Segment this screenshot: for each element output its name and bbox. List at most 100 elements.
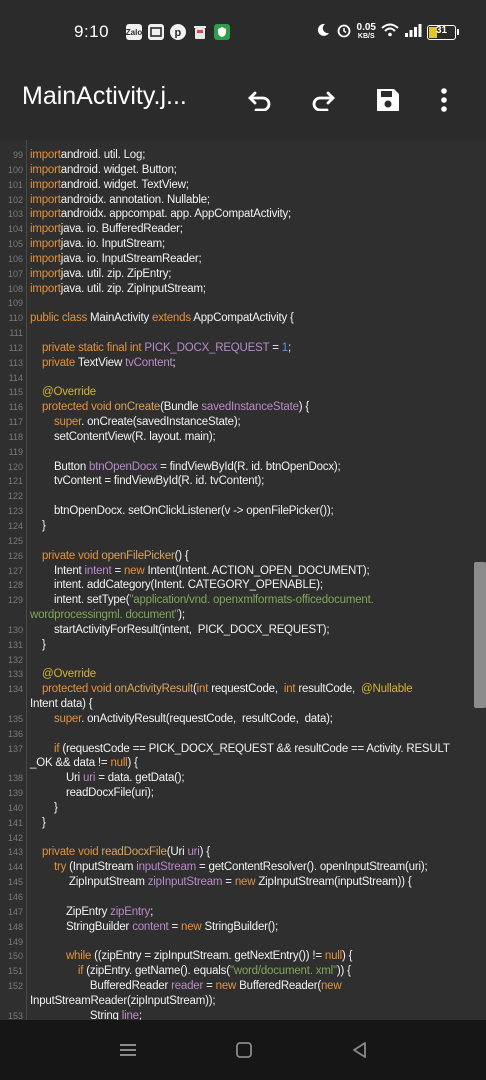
redo-button[interactable] <box>307 84 339 116</box>
code-token: String <box>30 1009 122 1020</box>
recents-icon <box>120 1044 136 1056</box>
code-token: ZipInputStream <box>30 876 148 889</box>
code-line[interactable]: ZipInputStream zipInputStream = new ZipI… <box>30 875 484 890</box>
code-token: openFilePicker <box>101 549 175 562</box>
code-token: new <box>215 980 240 993</box>
code-line[interactable]: intent. setType("application/vnd. openxm… <box>30 593 484 608</box>
code-line[interactable]: private static final int PICK_DOCX_REQUE… <box>30 341 484 356</box>
status-right: 0.05 KB/S 31 <box>315 20 459 44</box>
code-token: Uri <box>30 772 84 785</box>
code-line[interactable]: importandroidx. appcompat. app. AppCompa… <box>30 207 484 222</box>
line-number: 100 <box>7 164 23 175</box>
code-line[interactable]: super. onActivityResult(requestCode, res… <box>30 712 484 727</box>
code-line[interactable]: importandroid. widget. Button; <box>30 163 484 178</box>
code-line[interactable]: _OK && data != null) { <box>30 756 484 771</box>
code-line[interactable]: Uri uri = data. getData(); <box>30 771 484 786</box>
recents-button[interactable] <box>116 1038 140 1062</box>
undo-button[interactable] <box>244 84 276 116</box>
code-line[interactable]: BufferedReader reader = new BufferedRead… <box>30 979 484 994</box>
code-line[interactable]: protected void onCreate(Bundle savedInst… <box>30 400 484 415</box>
code-line[interactable]: Intent intent = new Intent(Intent. ACTIO… <box>30 564 484 579</box>
code-token: (InputStream <box>69 861 137 874</box>
code-line[interactable]: Intent data) { <box>30 697 484 712</box>
code-token: private void <box>41 549 102 562</box>
battery-icon: 31 <box>427 24 459 40</box>
code-line[interactable]: protected void onActivityResult(int requ… <box>30 682 484 697</box>
code-line[interactable]: super. onCreate(savedInstanceState); <box>30 415 484 430</box>
code-token: ; <box>138 1009 142 1020</box>
code-token: android. widget. TextView; <box>60 178 189 191</box>
code-line[interactable]: @Override <box>30 385 484 400</box>
code-line[interactable]: private void readDocxFile(Uri uri) { <box>30 845 484 860</box>
code-line[interactable]: if (zipEntry. getName(). equals("word/do… <box>30 964 484 979</box>
code-line[interactable]: String line; <box>30 1009 484 1020</box>
code-token: ((zipEntry = zipInputStream. getNextEntr… <box>94 950 325 963</box>
code-line[interactable]: public class MainActivity extends AppCom… <box>30 311 484 326</box>
code-line[interactable]: readDocxFile(uri); <box>30 786 484 801</box>
code-token: java. util. zip. ZipEntry; <box>60 267 172 280</box>
code-line[interactable]: try (InputStream inputStream = getConten… <box>30 860 484 875</box>
line-number: 118 <box>8 431 23 442</box>
code-token: ; <box>172 356 176 369</box>
code-line[interactable]: btnOpenDocx. setOnClickListener(v -> ope… <box>30 504 484 519</box>
code-line[interactable]: private TextView tvContent; <box>30 356 484 371</box>
code-line[interactable]: while ((zipEntry = zipInputStream. getNe… <box>30 949 484 964</box>
line-number: 148 <box>7 921 23 932</box>
code-line[interactable]: importjava. io. InputStreamReader; <box>30 252 484 267</box>
code-token: import <box>30 193 61 206</box>
line-number: 145 <box>7 877 23 888</box>
line-number: 125 <box>7 535 23 546</box>
code-line[interactable]: tvContent = findViewById(R. id. tvConten… <box>30 474 484 489</box>
back-button[interactable] <box>348 1038 372 1062</box>
code-line[interactable]: @Override <box>30 667 484 682</box>
code-token: StringBuilder <box>30 920 133 933</box>
line-number: 129 <box>7 595 23 606</box>
code-token: = data. getData(); <box>95 772 185 785</box>
home-button[interactable] <box>232 1038 256 1062</box>
home-icon <box>236 1042 252 1058</box>
code-token: (requestCode == PICK_DOCX_REQUEST && res… <box>62 742 450 755</box>
code-line[interactable]: intent. addCategory(Intent. CATEGORY_OPE… <box>30 578 484 593</box>
code-token: = findViewById(R. id. btnOpenDocx); <box>157 460 341 473</box>
code-line[interactable]: importjava. util. zip. ZipInputStream; <box>30 282 484 297</box>
back-icon <box>353 1042 366 1058</box>
more-vert-icon <box>441 88 447 112</box>
line-number: 152 <box>7 981 23 992</box>
code-line[interactable]: } <box>30 638 484 653</box>
code-line[interactable]: } <box>30 801 484 816</box>
code-token: new <box>234 876 259 889</box>
line-number: 120 <box>7 461 23 472</box>
code-line[interactable]: setContentView(R. layout. main); <box>30 430 484 445</box>
code-line[interactable]: importjava. io. BufferedReader; <box>30 222 484 237</box>
code-token: InputStreamReader(zipInputStream)); <box>30 994 216 1007</box>
code-line[interactable]: } <box>30 519 484 534</box>
code-line[interactable]: startActivityForResult(intent, PICK_DOCX… <box>30 623 484 638</box>
code-line[interactable]: wordprocessingml. document"); <box>30 608 484 623</box>
code-line[interactable]: importandroidx. annotation. Nullable; <box>30 193 484 208</box>
code-token: intent. addCategory(Intent. CATEGORY_OPE… <box>30 579 323 592</box>
code-line[interactable]: importjava. util. zip. ZipEntry; <box>30 267 484 282</box>
save-button[interactable] <box>372 84 404 116</box>
line-number: 153 <box>7 1010 23 1020</box>
scrollbar-thumb[interactable] <box>474 562 486 708</box>
code-line[interactable]: Button btnOpenDocx = findViewById(R. id.… <box>30 460 484 475</box>
code-line[interactable]: importandroid. widget. TextView; <box>30 178 484 193</box>
code-line[interactable]: } <box>30 816 484 831</box>
code-editor[interactable]: 99 importandroid. util. Log; 100 importandr… <box>0 140 486 1020</box>
line-number: 151 <box>7 966 23 977</box>
code-line[interactable]: importandroid. util. Log; <box>30 148 484 163</box>
code-token: @Override <box>41 386 96 399</box>
code-line[interactable]: ZipEntry zipEntry; <box>30 905 484 920</box>
more-options-button[interactable] <box>428 84 460 116</box>
code-token: @Nullable <box>361 683 413 696</box>
code-token: Button <box>30 460 90 473</box>
code-line[interactable]: if (requestCode == PICK_DOCX_REQUEST && … <box>30 742 484 757</box>
code-token: = <box>168 920 182 933</box>
code-line[interactable]: importjava. io. InputStream; <box>30 237 484 252</box>
code-line[interactable]: InputStreamReader(zipInputStream)); <box>30 994 484 1009</box>
line-number: 143 <box>7 847 23 858</box>
code-line[interactable]: StringBuilder content = new StringBuilde… <box>30 920 484 935</box>
code-line[interactable]: private void openFilePicker() { <box>30 549 484 564</box>
